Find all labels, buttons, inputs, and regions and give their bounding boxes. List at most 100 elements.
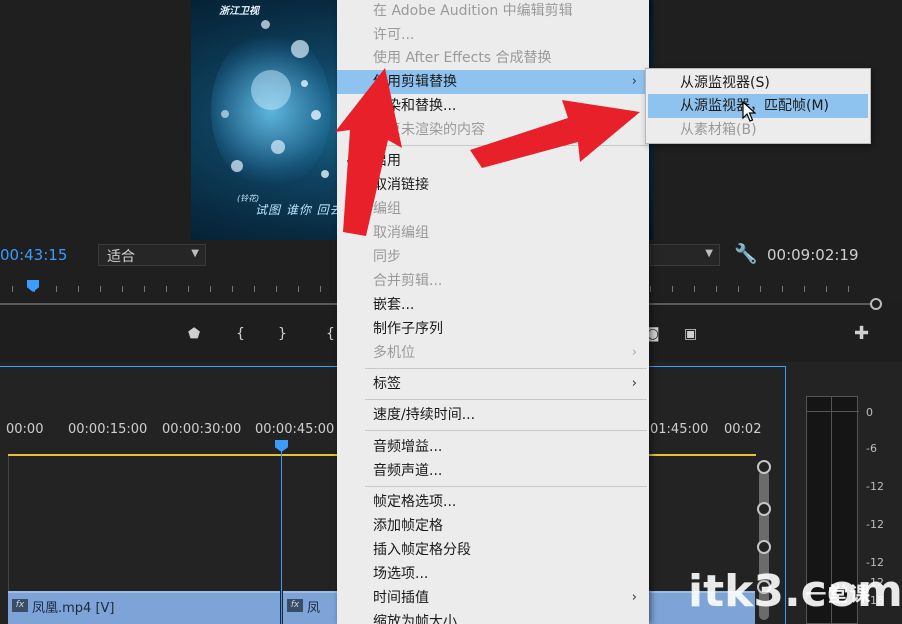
menu-item-audio-gain[interactable]: 音频增益... (337, 435, 649, 459)
checkmark-icon: ✓ (345, 153, 356, 168)
mark-in-icon[interactable]: { (236, 326, 245, 342)
wrench-icon[interactable]: 🔧 (734, 242, 758, 265)
chevron-right-icon: › (631, 376, 637, 391)
video-clip[interactable]: fx 凤凰.mp4 [V] (8, 591, 280, 624)
menu-item-ungroup[interactable]: 取消编组 (337, 221, 649, 245)
menu-item-label: 在 Adobe Audition 中编辑剪辑 (373, 3, 573, 19)
chevron-right-icon: › (631, 590, 637, 605)
zoom-fit-select[interactable]: 适合 ▼ (98, 244, 206, 266)
video-clip[interactable]: fx 凤 (283, 591, 337, 624)
chevron-right-icon: › (631, 345, 637, 360)
menu-item-label: 音频增益... (373, 439, 443, 455)
marker-icon[interactable]: ⬟ (188, 326, 200, 342)
mouse-cursor-icon (742, 101, 756, 122)
add-button-icon[interactable]: ✚ (854, 323, 869, 344)
ruler-tick (56, 286, 57, 292)
timeline-time-label: 00:02 (724, 422, 762, 437)
menu-item-label: 添加帧定格 (373, 518, 443, 534)
menu-item-edit-in-audition[interactable]: 在 Adobe Audition 中编辑剪辑 (337, 0, 649, 23)
menu-item-license[interactable]: 许可... (337, 23, 649, 47)
fx-badge: fx (12, 599, 28, 612)
mark-out-icon[interactable]: } (278, 326, 287, 342)
menu-item-label: 编组 (373, 201, 401, 217)
menu-item-label-submenu[interactable]: 标签 › (337, 372, 649, 396)
menu-item-replace-with-clip[interactable]: 使用剪辑替换 › (337, 70, 649, 94)
slider-knob[interactable] (757, 502, 771, 516)
menu-item-render-and-replace[interactable]: 渲染和替换... (337, 94, 649, 118)
menu-item-audio-channels[interactable]: 音频声道... (337, 459, 649, 483)
menu-item-label: 缩放为帧大小 (373, 614, 457, 624)
slider-knob[interactable] (757, 460, 771, 474)
menu-item-label: 取消编组 (373, 225, 429, 241)
menu-item-label: 插入帧定格分段 (373, 542, 471, 558)
db-label: -12 (866, 480, 884, 493)
submenu-item-from-source-monitor-match-frame[interactable]: 从源监视器，匹配帧(M) (648, 94, 868, 118)
ruler-tick (122, 286, 123, 292)
menu-item-add-frame-hold[interactable]: 添加帧定格 (337, 514, 649, 538)
playhead-timecode[interactable]: 00:43:15 (0, 246, 67, 264)
menu-item-synchronize[interactable]: 同步 (337, 245, 649, 269)
ruler-tick (782, 286, 783, 292)
menu-item-label: 嵌套... (373, 297, 415, 313)
submenu-item-from-bin[interactable]: 从素材箱(B) (648, 118, 868, 142)
menu-item-frame-hold-options[interactable]: 帧定格选项... (337, 490, 649, 514)
ruler-tick (694, 286, 695, 292)
menu-item-insert-frame-hold-segment[interactable]: 插入帧定格分段 (337, 538, 649, 562)
timeline-time-label: 00:00 (6, 422, 44, 437)
menu-item-label: 同步 (373, 249, 401, 265)
replace-with-clip-submenu: 从源监视器(S) 从源监视器，匹配帧(M) 从素材箱(B) (645, 68, 871, 144)
menu-separator (365, 430, 647, 431)
menu-item-replace-with-after-effects[interactable]: 使用 After Effects 合成替换 (337, 46, 649, 70)
chevron-right-icon: › (631, 74, 637, 89)
menu-item-field-options[interactable]: 场选项... (337, 562, 649, 586)
compare-view-icon[interactable]: ▣ (684, 326, 697, 342)
menu-item-restore-unrendered[interactable]: 恢复未渲染的内容 (337, 118, 649, 142)
menu-item-label: 取消链接 (373, 177, 429, 193)
ruler-tick (276, 286, 277, 292)
video-subtitle: 试图 谁你 回去 (255, 203, 343, 217)
menu-item-label: 速度/持续时间... (373, 407, 476, 423)
menu-item-label: 启用 (373, 153, 401, 169)
menu-item-make-subsequence[interactable]: 制作子序列 (337, 317, 649, 341)
menu-item-time-interpolation[interactable]: 时间插值 › (337, 586, 649, 610)
menu-item-scale-to-frame-size[interactable]: 缩放为帧大小 (337, 610, 649, 624)
menu-item-nest[interactable]: 嵌套... (337, 293, 649, 317)
menu-item-label: 使用 After Effects 合成替换 (373, 50, 552, 66)
menu-item-enable[interactable]: ✓ 启用 (337, 149, 649, 173)
slider-knob[interactable] (757, 540, 771, 554)
menu-item-speed-duration[interactable]: 速度/持续时间... (337, 403, 649, 427)
menu-item-unlink[interactable]: 取消链接 (337, 173, 649, 197)
ruler-tick (826, 286, 827, 292)
ruler-tick (650, 286, 651, 292)
db-label: -12 (866, 518, 884, 531)
ruler-tick (716, 286, 717, 292)
clip-context-menu: 在 Adobe Audition 中编辑剪辑 许可... 使用 After Ef… (337, 0, 649, 624)
menu-item-label: 合并剪辑... (373, 273, 443, 289)
chevron-down-icon: ▼ (191, 248, 199, 259)
timeline-time-label: 01:45:00 (650, 422, 709, 437)
ruler-tick (12, 286, 13, 292)
menu-item-group[interactable]: 编组 (337, 197, 649, 221)
submenu-item-from-source-monitor[interactable]: 从源监视器(S) (648, 71, 868, 95)
ruler-tick (144, 286, 145, 292)
timeline-playhead-line (281, 450, 282, 624)
menu-item-label: 场选项... (373, 566, 429, 582)
chevron-down-icon: ▼ (705, 248, 713, 259)
playback-resolution-select[interactable]: ▼ (650, 244, 720, 266)
clip-name: 凤 (307, 601, 321, 616)
menu-item-merge-clips[interactable]: 合并剪辑... (337, 269, 649, 293)
zoom-handle[interactable] (870, 298, 882, 310)
timeline-time-label: 00:00:45:00 (255, 422, 335, 437)
menu-separator (365, 145, 647, 146)
submenu-item-label: 从源监视器(S) (680, 75, 770, 91)
submenu-item-label: 从素材箱(B) (680, 122, 757, 138)
channel-logo: 浙江卫视 (219, 6, 259, 17)
menu-item-multi-camera[interactable]: 多机位 › (337, 341, 649, 365)
ruler-tick (188, 286, 189, 292)
db-label: 0 (866, 406, 873, 419)
menu-item-label: 音频声道... (373, 463, 443, 479)
ruler-tick (848, 286, 849, 292)
go-to-in-icon[interactable]: { (326, 326, 335, 342)
menu-item-label: 恢复未渲染的内容 (373, 122, 485, 138)
ruler-tick (166, 286, 167, 292)
